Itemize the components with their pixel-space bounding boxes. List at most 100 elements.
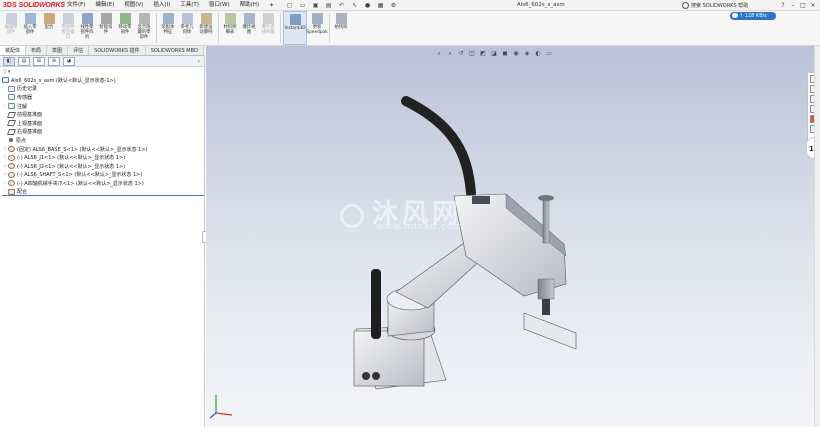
display-manager-tab-icon[interactable]: ◕: [63, 56, 75, 66]
logo-text: SOLIDWORKS: [18, 1, 65, 9]
command-tab[interactable]: SOLIDWORKS 插件: [89, 46, 146, 55]
ribbon-button[interactable]: Instant3D: [283, 11, 307, 45]
minimize-button[interactable]: –: [788, 2, 798, 9]
feature-tree-tab-icon[interactable]: ◧: [3, 56, 15, 66]
ribbon-button[interactable]: 装配体 特征: [159, 11, 177, 45]
ribbon-button[interactable]: 移动零 部件: [116, 11, 134, 45]
options-gear-icon[interactable]: ⚙: [387, 1, 400, 10]
ribbon-button[interactable]: 显示隐 藏的零 部件: [135, 11, 153, 45]
tree-item[interactable]: 上视基准面: [2, 119, 204, 128]
menu-item[interactable]: 文件(F): [62, 0, 90, 11]
tree-item-label: (固定) ALS6_BASE_S<1> (默认<<默认>_显示状态 1>): [17, 146, 148, 153]
tree-item[interactable]: › (固定) ALS6_BASE_S<1> (默认<<默认>_显示状态 1>): [2, 145, 204, 154]
tree-item-label: 注解: [17, 103, 28, 110]
ribbon-button[interactable]: 配合: [40, 11, 58, 45]
tree-item[interactable]: › (-) ALS6_SHAFT_S<1> (默认<<默认>_显示状态 1>): [2, 171, 204, 180]
ribbon-button[interactable]: 更新 Speedpak: [306, 11, 328, 45]
file-properties-icon[interactable]: ▦: [374, 1, 387, 10]
tree-item-label: 历史记录: [17, 86, 38, 93]
new-document-icon[interactable]: ▢: [283, 1, 296, 10]
tree-item[interactable]: › (-) ALS6_J2<1> (默认<<默认>_显示状态 1>): [2, 162, 204, 171]
wrist-flange: [537, 278, 555, 300]
cable-hose: [401, 96, 476, 198]
ribbon-button[interactable]: 爆炸视 图: [240, 11, 258, 45]
part-icon: [8, 163, 15, 170]
menu-item[interactable]: 工具(T): [175, 0, 204, 11]
rebuild-icon[interactable]: ●: [361, 1, 374, 10]
command-manager-tabs: 装配体 布局 草图 评估 SOLIDWORKS 插件 SOLIDWORKS MBD: [0, 46, 205, 56]
plane-icon: [6, 128, 17, 135]
origin-icon: [9, 138, 13, 143]
maximize-button[interactable]: □: [798, 2, 808, 9]
graphics-area[interactable]: ⌕ ⌕ ↺ ◫ ◩ ◪ ◼ ◉ ◈ ◐ ▭ 沐风网 www.mfcad.com: [206, 46, 814, 427]
ribbon-button[interactable]: 爆炸直 线草图: [259, 11, 277, 45]
property-manager-tab-icon[interactable]: ▤: [18, 56, 30, 66]
ribbon-button[interactable]: 插入零 部件: [21, 11, 39, 45]
close-button[interactable]: ×: [808, 2, 818, 9]
tree-item[interactable]: 原点: [2, 136, 204, 145]
bill-of-materials-icon: [224, 13, 236, 24]
command-tab[interactable]: SOLIDWORKS MBD: [146, 46, 204, 55]
ribbon-button[interactable]: 材料明 细表: [221, 11, 239, 45]
command-tab[interactable]: 草图: [47, 46, 69, 55]
speedpak-icon: [311, 13, 323, 24]
command-tab[interactable]: 布局: [26, 46, 48, 55]
tree-item[interactable]: 传感器: [2, 93, 204, 102]
ribbon-button[interactable]: 编辑零 部件: [2, 11, 20, 45]
solidworks-logo[interactable]: 3DS SOLIDWORKS: [0, 0, 65, 11]
tree-filter[interactable]: ▽ ▾: [0, 67, 204, 76]
select-icon[interactable]: ⇖: [348, 1, 361, 10]
menu-item[interactable]: 帮助(H): [235, 0, 264, 11]
tree-root[interactable]: Als6_602s_s_asm (默认<默认_显示状态-1>): [2, 76, 204, 85]
smart-fastener-icon: [100, 13, 112, 24]
open-file-icon[interactable]: ▭: [296, 1, 309, 10]
chevron-right-icon[interactable]: ›: [198, 58, 200, 65]
ribbon-separator: [280, 13, 281, 43]
command-tab[interactable]: 装配体: [0, 46, 27, 55]
tree-item-label: 上视基准面: [17, 120, 43, 127]
pin-icon[interactable]: ✦: [264, 2, 279, 9]
base-cable-column: [371, 269, 381, 339]
tree-item[interactable]: › (-) A四轴机械手夹爪<1> (默认<<默认>_显示状态 1>): [2, 179, 204, 188]
robot-model[interactable]: [206, 46, 814, 427]
tree-item[interactable]: › 注解: [2, 102, 204, 111]
feature-manager-panel: ◧ ▤ ⊞ ⊕ ◕ › ▽ ▾ Als6_602s_s_asm (默认<默认_显…: [0, 56, 207, 427]
ribbon-button[interactable]: 拍快照: [332, 11, 350, 45]
tree-item[interactable]: › (-) ALS6_J1<1> (默认<<默认>_显示状态 1>): [2, 153, 204, 162]
new-motion-study-icon: [200, 13, 212, 24]
feature-tree: Als6_602s_s_asm (默认<默认_显示状态-1>) 历史记录 传感器 ›…: [0, 76, 204, 197]
ball-screw-shaft: [542, 197, 550, 244]
edit-component-icon: [5, 13, 17, 24]
ribbon-button[interactable]: 新建运 动算例: [197, 11, 215, 45]
coordinate-triad: [209, 395, 233, 419]
help-button[interactable]: ?: [778, 2, 788, 9]
print-icon[interactable]: ▤: [322, 1, 335, 10]
tree-item-label: 原点: [16, 137, 27, 144]
menu-item[interactable]: 插入(I): [148, 0, 175, 11]
configuration-manager-tab-icon[interactable]: ⊞: [33, 56, 45, 66]
tree-item-label: 传感器: [17, 94, 33, 101]
dimxpert-tab-icon[interactable]: ⊕: [48, 56, 60, 66]
watermark-sub: www.mfcad.com: [376, 222, 464, 232]
mates-folder-icon: [8, 188, 15, 195]
part-icon: [8, 146, 15, 153]
help-search[interactable]: 搜索 SOLIDWORKS 帮助: [682, 1, 748, 10]
save-icon[interactable]: ▣: [309, 1, 322, 10]
ribbon-button[interactable]: 线性零 部件阵 列: [78, 11, 96, 45]
command-tab[interactable]: 评估: [68, 46, 90, 55]
menu-item[interactable]: 窗口(W): [204, 0, 235, 11]
menu-item[interactable]: 视图(V): [119, 0, 148, 11]
tree-item[interactable]: › 配合: [2, 188, 204, 197]
ribbon-button[interactable]: 智能扣 件: [97, 11, 115, 45]
base-connector: [362, 372, 370, 380]
undo-icon[interactable]: ↶: [335, 1, 348, 10]
ribbon-button-label: 移动零 部件: [118, 25, 132, 35]
menu-item[interactable]: 编辑(E): [90, 0, 119, 11]
ribbon-separator: [156, 13, 157, 43]
tree-item[interactable]: 前视基准面: [2, 110, 204, 119]
tree-item[interactable]: 历史记录: [2, 85, 204, 94]
ribbon-button[interactable]: 零部件 预览窗 口: [59, 11, 77, 45]
ribbon-button[interactable]: 参考几 何体: [178, 11, 196, 45]
tree-item-label: 前视基准面: [17, 112, 43, 119]
tree-item[interactable]: 右视基准面: [2, 128, 204, 137]
